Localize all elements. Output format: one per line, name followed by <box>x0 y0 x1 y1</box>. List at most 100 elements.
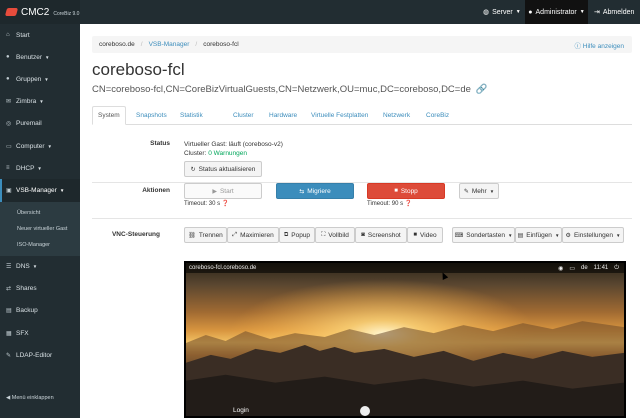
refresh-status-button[interactable]: ↻ Status aktualisieren <box>184 161 262 177</box>
actions-label: Aktionen <box>142 187 170 194</box>
sidebar-item-dhcp[interactable]: ≡ DHCP ▼ <box>0 157 80 179</box>
logout-icon: ⇥ <box>594 9 600 16</box>
mail-icon: ✉ <box>6 99 12 106</box>
distinguished-name: CN=coreboso-fcl,CN=CoreBizVirtualGuests,… <box>92 84 487 95</box>
refresh-status-label: Status aktualisieren <box>198 165 256 173</box>
tab-system[interactable]: System <box>92 106 126 125</box>
vnc-control-label: VNC-Steuerung <box>111 231 160 238</box>
vnc-screen[interactable]: coreboso-fcl.coreboso.de ◉ ▭ de 11:41 ⏻ … <box>184 261 626 418</box>
vnc-login-label[interactable]: Login <box>233 407 249 414</box>
tab-netzwerk[interactable]: Netzwerk <box>378 106 415 125</box>
start-button[interactable]: ▶ Start <box>184 183 262 199</box>
fullscreen-button[interactable]: ⛶ Vollbild <box>315 227 355 243</box>
sidebar-item-sfx[interactable]: ▦ SFX <box>0 322 80 344</box>
tab-corebiz[interactable]: CoreBiz <box>421 106 454 125</box>
popup-label: Popup <box>291 231 311 239</box>
sidebar-item-label: LDAP-Editor <box>16 351 53 359</box>
sidebar-item-benutzer[interactable]: ● Benutzer ▼ <box>0 46 80 68</box>
sidebar-item-label: DHCP <box>16 164 35 172</box>
caret-down-icon: ▼ <box>507 232 513 238</box>
status-text: Virtueller Gast: läuft (coreboso-v2) Clu… <box>184 140 283 158</box>
more-label: Mehr <box>471 187 487 195</box>
stop-icon: ■ <box>394 188 398 194</box>
power-menu-icon[interactable]: ⏻ <box>614 265 619 272</box>
sidebar-item-ldap-editor[interactable]: ✎ LDAP-Editor <box>0 344 80 366</box>
main-content: coreboso.de / VSB-Manager / coreboso-fcl… <box>80 24 640 418</box>
more-button[interactable]: ✎ Mehr ▼ <box>459 183 499 199</box>
breadcrumb-separator: / <box>140 41 143 48</box>
collapse-menu-button[interactable]: ◀ Menü einklappen <box>6 395 54 401</box>
screenshot-button[interactable]: ◙ Screenshot <box>355 227 407 243</box>
sidebar-item-dns[interactable]: ☰ DNS ▼ <box>0 256 80 278</box>
refresh-icon: ↻ <box>190 166 196 173</box>
share-icon: ⇄ <box>6 286 12 293</box>
video-label: Video <box>420 231 437 239</box>
backup-icon: ▤ <box>6 308 12 315</box>
sidebar: ⌂ Start ● Benutzer ▼ ● Gruppen ▼ ✉ Zimbra ▼ ◎ Purema… <box>0 24 80 418</box>
special-keys-button[interactable]: ⌨ Sondertasten ▼ <box>452 227 515 243</box>
help-circle-icon[interactable]: ❓ <box>222 201 229 207</box>
caret-down-icon: ▼ <box>579 9 585 15</box>
sidebar-item-shares[interactable]: ⇄ Shares <box>0 278 80 300</box>
tab-hardware[interactable]: Hardware <box>264 106 302 125</box>
breadcrumb-item-domain[interactable]: coreboso.de <box>99 41 135 48</box>
admin-menu[interactable]: ● Administrator ▼ <box>525 0 588 24</box>
settings-button[interactable]: ⚙ Einstellungen ▼ <box>562 227 624 243</box>
submenu-item-neuer-gast[interactable]: Neuer virtueller Gast <box>0 221 80 237</box>
link-icon[interactable]: 🔗 <box>476 84 488 95</box>
disconnect-button[interactable]: ⛓ Trennen <box>184 227 227 243</box>
puremail-icon: ◎ <box>6 121 12 128</box>
stop-timeout: Timeout: 90 s ❓ <box>367 200 412 207</box>
accessibility-icon[interactable]: ◉ <box>558 265 563 272</box>
server-menu[interactable]: ◍ Server ▼ <box>483 0 521 24</box>
sidebar-item-backup[interactable]: ▤ Backup <box>0 300 80 322</box>
sidebar-item-gruppen[interactable]: ● Gruppen ▼ <box>0 68 80 90</box>
keyboard-layout-icon[interactable]: ▭ <box>569 265 575 272</box>
sidebar-item-label: Backup <box>16 307 38 315</box>
brand-name: CMC2 <box>21 6 50 18</box>
brand[interactable]: CMC2 CoreBiz 9.0 <box>0 0 80 24</box>
divider <box>92 218 632 219</box>
vnc-lang[interactable]: de <box>581 265 588 271</box>
help-label: Hilfe anzeigen <box>582 43 624 50</box>
sidebar-item-label: Shares <box>16 285 37 293</box>
clipboard-icon: ▤ <box>517 232 524 239</box>
tab-statistik[interactable]: Statistik <box>175 106 208 125</box>
paste-label: Einfügen <box>526 231 552 239</box>
video-button[interactable]: ■ Video <box>407 227 443 243</box>
stop-timeout-text: Timeout: 90 s <box>367 201 404 207</box>
cluster-warnings[interactable]: 0 Warnungen <box>208 150 247 157</box>
stop-button[interactable]: ■ Stopp <box>367 183 445 199</box>
tab-snapshots[interactable]: Snapshots <box>131 106 172 125</box>
sidebar-item-label: Computer <box>16 142 45 150</box>
keyboard-icon: ⌨ <box>454 232 464 239</box>
caret-down-icon: ▼ <box>59 187 65 193</box>
login-avatar-icon[interactable] <box>360 406 370 416</box>
sidebar-item-zimbra[interactable]: ✉ Zimbra ▼ <box>0 91 80 113</box>
sidebar-item-label: Start <box>16 31 30 39</box>
computer-icon: ▭ <box>6 143 12 150</box>
caret-down-icon: ▼ <box>47 143 53 149</box>
migrate-label: Migriere <box>307 187 331 195</box>
logout-button[interactable]: ⇥ Abmelden <box>594 0 634 24</box>
tab-cluster[interactable]: Cluster <box>228 106 259 125</box>
popup-icon: ⧉ <box>283 231 289 238</box>
help-button[interactable]: ⓘ Hilfe anzeigen <box>574 40 624 50</box>
sidebar-item-puremail[interactable]: ◎ Puremail <box>0 113 80 135</box>
sidebar-item-computer[interactable]: ▭ Computer ▼ <box>0 135 80 157</box>
tab-virtuelle-festplatten[interactable]: Virtuelle Festplatten <box>306 106 373 125</box>
caret-down-icon: ▼ <box>32 264 38 270</box>
dn-text: CN=coreboso-fcl,CN=CoreBizVirtualGuests,… <box>92 84 471 95</box>
breadcrumb-item-vsb-manager[interactable]: VSB-Manager <box>149 41 190 48</box>
migrate-button[interactable]: ⇆ Migriere <box>276 183 354 199</box>
submenu-item-uebersicht[interactable]: Übersicht <box>0 205 80 221</box>
sidebar-item-label: Gruppen <box>16 75 42 83</box>
paste-button[interactable]: ▤ Einfügen ▼ <box>515 227 562 243</box>
maximize-button[interactable]: ⤢ Maximieren <box>227 227 279 243</box>
sidebar-item-start[interactable]: ⌂ Start <box>0 24 80 46</box>
sidebar-item-label: Benutzer <box>16 53 43 61</box>
submenu-item-iso-manager[interactable]: ISO-Manager <box>0 237 80 253</box>
sidebar-item-vsb-manager[interactable]: ▣ VSB-Manager ▼ <box>0 179 80 202</box>
popup-button[interactable]: ⧉ Popup <box>279 227 315 243</box>
help-circle-icon[interactable]: ❓ <box>405 201 412 207</box>
